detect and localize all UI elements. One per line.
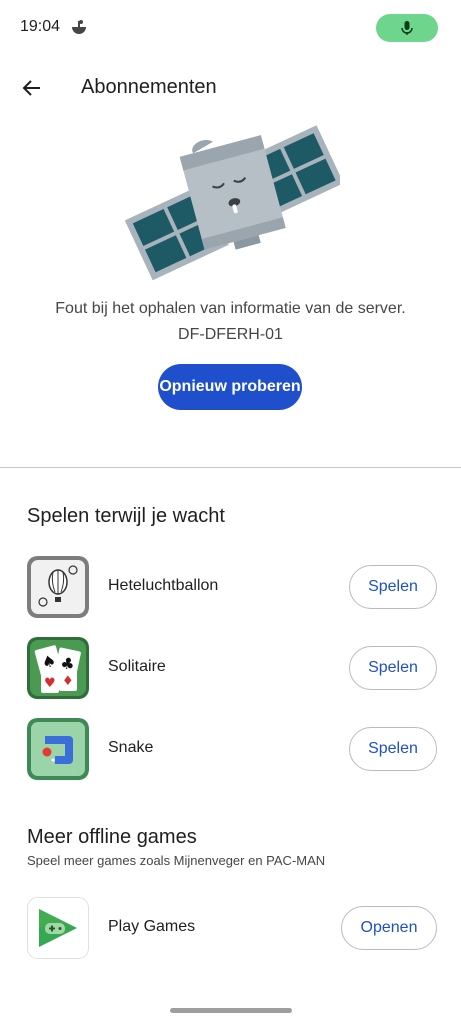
status-time: 19:04 [20,18,61,35]
arrow-back-icon [22,80,40,96]
svg-text:♦: ♦ [62,674,74,689]
offline-section-title: Meer offline games [27,826,197,848]
divider [0,467,461,468]
mic-icon [401,21,413,35]
play-button[interactable]: Spelen [349,727,437,771]
game-row-solitaire[interactable]: ♠ ♣ ♥ ♦ Solitaire Spelen [27,637,437,701]
app-bar: Abonnementen [0,64,461,112]
game-row-hot-air-balloon[interactable]: Heteluchtballon Spelen [27,556,437,620]
svg-text:♥: ♥ [44,676,56,691]
play-button[interactable]: Spelen [349,565,437,609]
mic-indicator[interactable] [376,14,438,42]
solitaire-icon: ♠ ♣ ♥ ♦ [27,637,89,699]
error-text: Fout bij het ophalen van informatie van … [55,300,406,317]
status-bar: 19:04 [0,0,461,56]
error-code: DF-DFERH-01 [178,326,283,343]
play-button[interactable]: Spelen [349,646,437,690]
back-button[interactable] [14,70,50,106]
game-name: Heteluchtballon [108,577,219,594]
notification-icon [72,20,86,34]
game-name: Snake [108,739,154,756]
satellite-illustration [124,125,340,280]
hot-air-balloon-icon [27,556,89,618]
page-title: Abonnementen [81,76,217,98]
game-row-snake[interactable]: Snake Spelen [27,718,437,782]
snake-icon [27,718,89,780]
offline-section-subtitle: Speel meer games zoals Mijnenveger en PA… [27,853,326,868]
error-message: Fout bij het ophalen van informatie van … [0,296,461,348]
home-indicator[interactable] [170,1008,292,1013]
retry-button[interactable]: Opnieuw proberen [158,364,302,410]
play-games-icon [27,897,89,959]
game-name: Solitaire [108,658,166,675]
games-section-title: Spelen terwijl je wacht [27,505,225,527]
app-row-play-games[interactable]: Play Games Openen [27,897,437,961]
app-name: Play Games [108,918,196,935]
open-button[interactable]: Openen [341,906,437,950]
